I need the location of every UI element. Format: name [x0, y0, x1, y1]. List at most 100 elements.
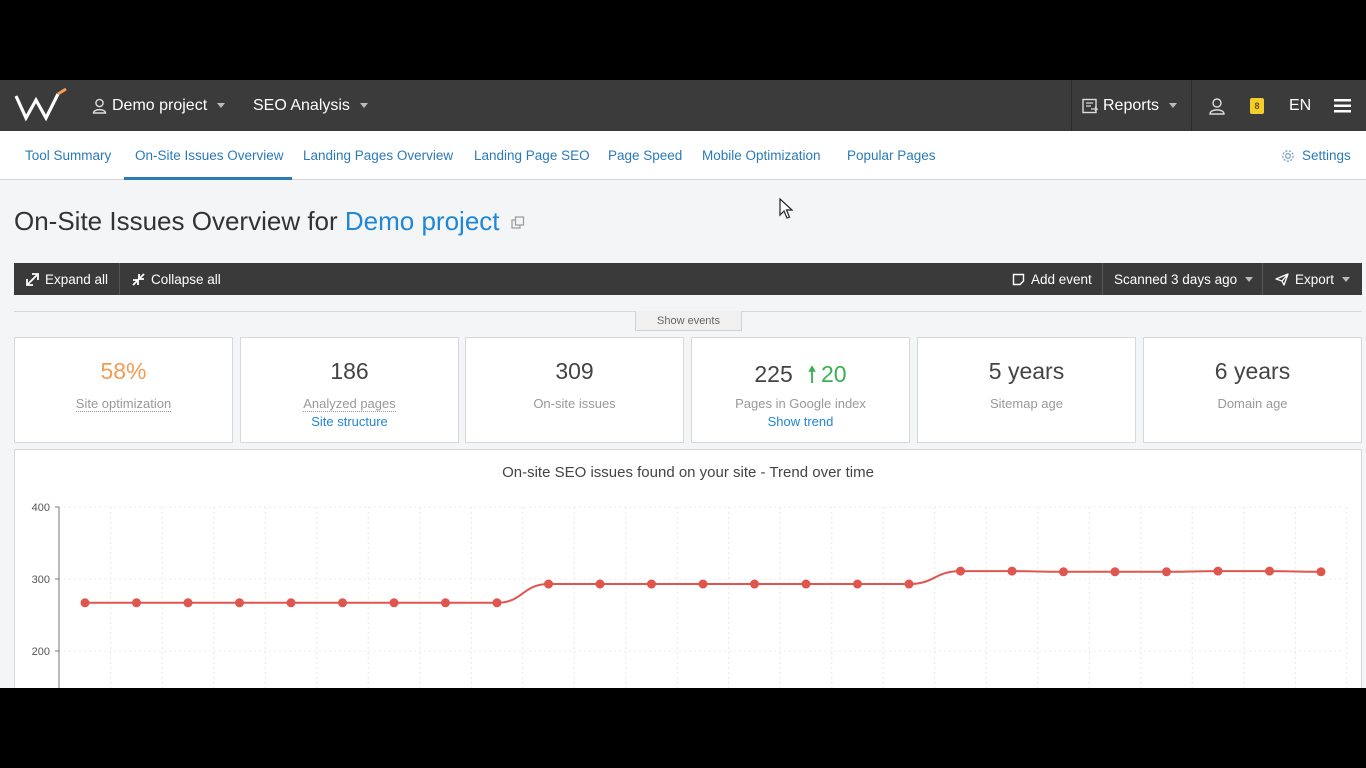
data-point: [698, 579, 708, 589]
chevron-down-icon: [1245, 276, 1254, 282]
project-name: Demo project: [112, 96, 208, 114]
data-point: [904, 579, 914, 589]
y-tick-label: 300: [32, 574, 50, 586]
data-point: [1316, 567, 1326, 577]
stat-card-sitemap-age: 5 years Sitemap age: [917, 337, 1136, 443]
show-trend-link[interactable]: Show trend: [692, 414, 909, 429]
data-point: [80, 598, 90, 608]
chevron-down-icon: [217, 103, 226, 108]
site-optimization-value: 58%: [100, 358, 147, 384]
divider: [1102, 263, 1103, 295]
data-point: [132, 598, 141, 608]
account-button[interactable]: [1208, 80, 1226, 131]
settings-label: Settings: [1302, 148, 1351, 163]
on-site-issues-value: 309: [555, 358, 594, 384]
tab-tool-summary[interactable]: Tool Summary: [25, 131, 111, 180]
project-selector[interactable]: Demo project: [92, 80, 226, 131]
expand-all-label: Expand all: [45, 271, 109, 287]
reports-icon: [1082, 98, 1099, 113]
main-menu-button[interactable]: [1334, 80, 1351, 131]
on-site-issues-label: On-site issues: [533, 396, 616, 411]
site-structure-link[interactable]: Site structure: [241, 414, 458, 429]
data-point: [286, 598, 296, 608]
analyzed-pages-value: 186: [330, 358, 369, 384]
language-selector[interactable]: EN: [1289, 80, 1311, 131]
paper-plane-icon: [1275, 272, 1289, 286]
account-icon: [1209, 97, 1225, 115]
page-title-prefix: On-Site Issues Overview for: [14, 206, 338, 236]
tab-mobile-optimization[interactable]: Mobile Optimization: [702, 131, 821, 180]
tab-landing-pages-overview[interactable]: Landing Pages Overview: [303, 131, 453, 180]
show-events-button[interactable]: Show events: [635, 311, 742, 331]
stat-card-domain-age: 6 years Domain age: [1143, 337, 1362, 443]
data-point: [1007, 566, 1017, 576]
tab-on-site-issues-overview[interactable]: On-Site Issues Overview: [135, 131, 284, 180]
google-index-delta: 20: [821, 361, 847, 387]
y-tick-label: 400: [32, 502, 50, 514]
reports-menu[interactable]: Reports: [1082, 80, 1178, 131]
export-label: Export: [1295, 271, 1335, 287]
external-link-icon[interactable]: [511, 216, 525, 230]
settings-button[interactable]: Settings: [1280, 131, 1351, 180]
trend-chart: 400 300 200: [32, 502, 1348, 688]
data-point: [1213, 566, 1223, 576]
divider: [119, 263, 120, 295]
mouse-cursor-icon: [779, 198, 793, 219]
analyzed-pages-label[interactable]: Analyzed pages: [241, 396, 458, 412]
reports-label: Reports: [1103, 96, 1160, 114]
data-point: [235, 598, 244, 608]
divider: [1071, 80, 1072, 131]
data-point: [441, 598, 450, 608]
data-point: [1265, 566, 1274, 576]
stat-card-google-index: 225 🠕 20 Pages in Google index Show trend: [691, 337, 910, 443]
tab-popular-pages[interactable]: Popular Pages: [847, 131, 936, 180]
section-name: SEO Analysis: [253, 96, 350, 114]
section-selector[interactable]: SEO Analysis: [253, 80, 368, 131]
data-point: [1162, 567, 1171, 577]
divider: [1262, 263, 1263, 295]
tab-landing-page-seo[interactable]: Landing Page SEO: [474, 131, 590, 180]
chevron-down-icon: [1342, 276, 1351, 282]
report-toolbar: Expand all Collapse all Add event Scanne…: [14, 263, 1362, 295]
expand-icon: [26, 272, 39, 286]
user-icon: [92, 98, 107, 114]
active-tab-indicator: [124, 177, 292, 180]
google-index-label: Pages in Google index: [735, 396, 866, 411]
notification-badge: 8: [1250, 97, 1264, 114]
project-link[interactable]: Demo project: [345, 206, 500, 236]
logo-icon[interactable]: [14, 88, 68, 122]
data-point: [647, 579, 656, 589]
sitemap-age-label: Sitemap age: [990, 396, 1063, 411]
chevron-down-icon: [359, 103, 368, 108]
chevron-down-icon: [1169, 103, 1178, 108]
expand-all-button[interactable]: Expand all: [26, 263, 108, 295]
data-point: [338, 598, 347, 608]
hamburger-menu-icon: [1334, 98, 1351, 112]
scan-date-dropdown[interactable]: Scanned 3 days ago: [1114, 263, 1254, 295]
data-point: [492, 598, 502, 608]
data-point: [853, 579, 862, 589]
sitemap-age-value: 5 years: [988, 358, 1065, 384]
tab-page-speed[interactable]: Page Speed: [608, 131, 682, 180]
language-label: EN: [1289, 96, 1312, 114]
gear-icon: [1282, 149, 1294, 162]
export-button[interactable]: Export: [1275, 263, 1351, 295]
data-point: [183, 598, 193, 608]
data-point: [956, 566, 965, 576]
site-optimization-label[interactable]: Site optimization: [15, 396, 232, 412]
add-event-button[interactable]: Add event: [1012, 263, 1092, 295]
tool-tabs: Tool Summary On-Site Issues Overview Lan…: [0, 131, 1366, 180]
collapse-icon: [132, 272, 145, 286]
scan-date-label: Scanned 3 days ago: [1114, 271, 1238, 287]
notification-count: 8: [1254, 100, 1260, 111]
page-title: On-Site Issues Overview for Demo project: [14, 206, 525, 237]
stat-card-site-optimization: 58% Site optimization: [14, 337, 233, 443]
top-navigation-bar: Demo project SEO Analysis Reports 8 EN: [0, 80, 1366, 131]
collapse-all-button[interactable]: Collapse all: [132, 263, 221, 295]
notifications-button[interactable]: 8: [1250, 80, 1264, 131]
y-tick-label: 200: [32, 646, 50, 658]
divider: [1191, 80, 1192, 131]
note-icon: [1012, 273, 1025, 285]
data-point: [544, 579, 553, 589]
stat-card-on-site-issues: 309 On-site issues: [465, 337, 684, 443]
